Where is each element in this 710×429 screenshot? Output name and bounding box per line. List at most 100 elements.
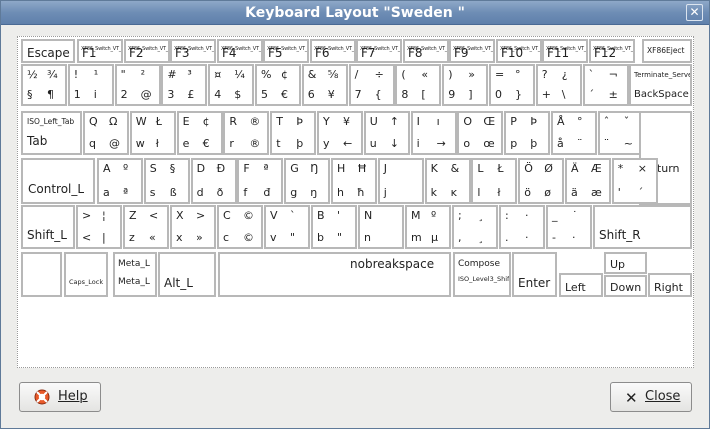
key-legend: F6 [315,46,330,60]
key-legend: Ä [571,162,579,175]
key-legend: đ [263,186,271,199]
key-legend: Enter [518,276,551,290]
key-legend: > [82,209,92,222]
key-legend: Shift_L [27,228,67,242]
key-legend: 6 [307,88,315,101]
key-legend: ˙ [572,209,578,222]
key-legend: F8 [408,46,423,60]
key-legend: c [223,231,230,244]
key-legend: · [572,231,576,244]
key-legend: ¨ [603,137,610,150]
key-legend: F7 [361,46,376,60]
key-f6: XF86_Switch_VT_6 F6 [310,39,356,63]
key-space: nobreakspace [218,252,451,297]
key-legend: ¸ [478,209,484,222]
key-legend: g [290,186,298,199]
key-legend: x [176,231,183,244]
key-legend: F9 [454,46,469,60]
key-legend: Q [89,115,98,128]
key-legend: / [354,68,359,81]
key-a-9: ÖØöø [518,158,565,204]
key-meta-l: Meta_L Meta_L [113,252,157,297]
key-legend: ' [337,209,341,222]
key-legend: ¤ [214,68,222,81]
key-legend: L [477,162,484,175]
key-f8: XF86_Switch_VT_8 F8 [403,39,449,63]
key-legend: + [541,88,552,101]
key-backspace: Terminate_Server BackSpace [629,64,692,106]
key-legend: I [416,115,420,128]
key-legend: F3 [175,46,190,60]
key-legend: æ [591,186,602,199]
key-legend: Þ [530,115,537,128]
key-legend: m [411,231,422,244]
key-legend: F11 [547,46,570,60]
help-button[interactable]: Help [19,382,101,412]
key-legend: \ [561,88,566,101]
key-left: Left [559,273,603,297]
key-num-3: # ³ 3 £ [161,64,208,106]
key-legend: ¢ [202,115,210,128]
key-legend: E [182,115,190,128]
key-legend: ª [263,162,269,175]
key-legend: T [276,115,283,128]
key-legend: a [103,186,110,199]
key-legend: 1 [73,88,81,101]
key-legend: 9 [448,88,456,101]
key-legend: 5 [261,88,268,101]
lifebuoy-icon [34,389,50,405]
key-legend: P [510,115,517,128]
key-legend: i [416,137,420,150]
key-legend: Þ [296,115,303,128]
key-legend: × [637,162,648,175]
key-legend: ø [544,186,551,199]
key-legend: | [102,231,106,244]
key-legend: å [557,137,564,150]
key-z-5: B ' b " [311,205,357,249]
window-close-icon[interactable]: ✕ [686,4,703,21]
key-up: Up [604,252,647,274]
key-f10: XF86_Switch_VT_10 F10 [496,39,542,63]
key-legend: © [243,231,254,244]
key-legend: 2 [120,88,128,101]
key-legend: A [103,162,111,175]
key-legend: F2 [129,46,144,60]
key-legend: F1 [82,46,97,60]
key-legend: " [337,231,343,244]
key-legend: nobreakspace [350,257,435,271]
key-f11: XF86_Switch_VT_11 F11 [542,39,588,63]
key-legend: s [149,186,156,199]
close-icon: ✕ [625,389,638,407]
key-legend: ` [290,209,296,222]
key-legend: · [525,231,529,244]
key-legend: ® [249,137,261,150]
key-legend: Z [129,209,137,222]
key-legend: j [383,186,387,199]
key-legend: @ [109,137,120,150]
key-legend: u [369,137,377,150]
key-legend: ¬ [608,68,618,81]
key-z-10: _ ˙ - · [546,205,592,249]
key-legend: " [120,68,126,81]
key-legend: þ [296,137,304,150]
key-legend: ĸ [450,186,457,199]
key-legend: ~ [623,137,634,150]
close-button[interactable]: ✕ Close [610,382,692,412]
key-legend: Å [557,115,565,128]
key-legend: y [323,137,330,150]
key-legend: F4 [222,46,237,60]
key-f2: XF86_Switch_VT_2 F2 [124,39,170,63]
key-legend: ¦ [102,209,106,222]
key-legend: 8 [401,88,409,101]
key-legend: 3 [167,88,175,101]
key-legend: ° [577,115,583,128]
key-legend: F [243,162,250,175]
key-legend: £ [187,88,195,101]
key-eject: XF86Eject [642,39,692,63]
key-q-6: U ↑ u ↓ [363,111,410,155]
key-legend: º [123,162,129,175]
key-legend: ³ [187,68,192,81]
key-legend: XF86Eject [647,46,685,55]
keyboard-preview: Escape XF86_Switch_VT_1 F1 XF86_Switch_VT_2… [17,36,694,368]
key-q-2: E ¢ e € [176,111,223,155]
